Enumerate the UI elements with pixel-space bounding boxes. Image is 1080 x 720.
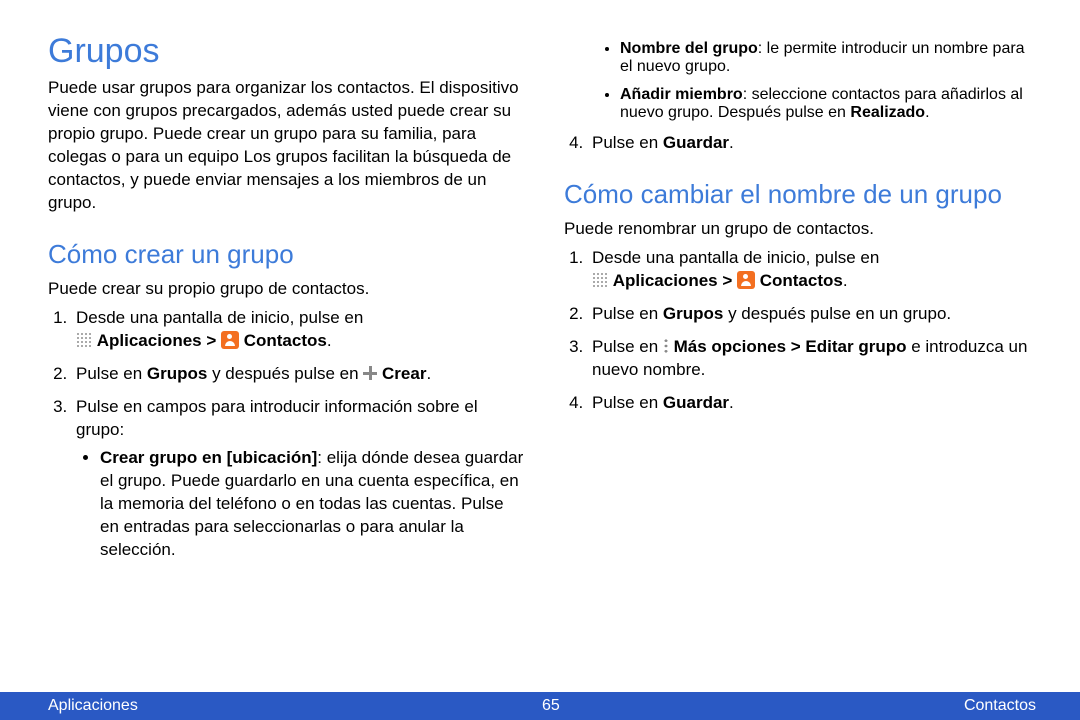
- separator: >: [202, 331, 221, 350]
- apps-label: Aplicaciones: [97, 331, 202, 350]
- apps-grid-icon: [76, 332, 92, 348]
- text: y después pulse en: [207, 364, 363, 383]
- rename-step-3: Pulse en Más opciones > Editar grupo e i…: [588, 336, 1040, 382]
- create-intro: Puede crear su propio grupo de contactos…: [48, 278, 524, 301]
- separator: >: [718, 271, 737, 290]
- text: Pulse en: [76, 364, 147, 383]
- text: Pulse en campos para introducir informac…: [76, 397, 478, 439]
- mas-opciones-label: Más opciones: [674, 337, 786, 356]
- create-step-4: Pulse en Guardar.: [588, 132, 1040, 155]
- more-options-icon: [663, 338, 669, 354]
- contacts-icon: [221, 331, 239, 349]
- create-sublist-cont: Nombre del grupo: le permite introducir …: [564, 40, 1040, 122]
- rename-steps: Desde una pantalla de inicio, pulse en A…: [564, 247, 1040, 415]
- right-column: Nombre del grupo: le permite introducir …: [564, 32, 1040, 682]
- heading-grupos: Grupos: [48, 32, 524, 71]
- period: .: [729, 133, 734, 152]
- create-sub-1: Crear grupo en [ubicación]: elija dónde …: [100, 447, 524, 562]
- create-step-3: Pulse en campos para introducir informac…: [72, 396, 524, 563]
- sub3-label: Añadir miembro: [620, 86, 743, 103]
- grupos-label: Grupos: [663, 304, 723, 323]
- period: .: [327, 331, 332, 350]
- footer-bar: Aplicaciones 65 Contactos: [0, 692, 1080, 720]
- intro-paragraph: Puede usar grupos para organizar los con…: [48, 77, 524, 215]
- apps-label: Aplicaciones: [613, 271, 718, 290]
- text: Desde una pantalla de inicio, pulse en: [76, 308, 363, 327]
- guardar-label: Guardar: [663, 393, 729, 412]
- sub1-label: Crear grupo en [ubicación]: [100, 448, 317, 467]
- rename-step-4: Pulse en Guardar.: [588, 392, 1040, 415]
- contacts-label: Contactos: [244, 331, 327, 350]
- period: .: [925, 104, 929, 121]
- apps-grid-icon: [592, 272, 608, 288]
- realizado-label: Realizado: [850, 104, 925, 121]
- page-number: 65: [542, 697, 560, 715]
- period: .: [843, 271, 848, 290]
- heading-create-group: Cómo crear un grupo: [48, 239, 524, 270]
- contacts-icon: [737, 271, 755, 289]
- contacts-label: Contactos: [760, 271, 843, 290]
- separator: >: [786, 337, 805, 356]
- period: .: [426, 364, 431, 383]
- rename-step-2: Pulse en Grupos y después pulse en un gr…: [588, 303, 1040, 326]
- guardar-label: Guardar: [663, 133, 729, 152]
- create-sub-2: Nombre del grupo: le permite introducir …: [620, 40, 1040, 76]
- crear-label: Crear: [382, 364, 426, 383]
- create-sublist: Crear grupo en [ubicación]: elija dónde …: [76, 447, 524, 562]
- text: Pulse en: [592, 133, 663, 152]
- period: .: [729, 393, 734, 412]
- footer-left: Aplicaciones: [48, 697, 138, 715]
- create-steps-cont: Pulse en Guardar.: [564, 132, 1040, 155]
- text: Pulse en: [592, 304, 663, 323]
- text: Pulse en: [592, 337, 663, 356]
- create-steps: Desde una pantalla de inicio, pulse en A…: [48, 307, 524, 562]
- rename-step-1: Desde una pantalla de inicio, pulse en A…: [588, 247, 1040, 293]
- sub2-label: Nombre del grupo: [620, 40, 758, 57]
- create-step-2: Pulse en Grupos y después pulse en Crear…: [72, 363, 524, 386]
- grupos-label: Grupos: [147, 364, 207, 383]
- content-area: Grupos Puede usar grupos para organizar …: [0, 0, 1080, 692]
- document-page: Grupos Puede usar grupos para organizar …: [0, 0, 1080, 720]
- create-step-1: Desde una pantalla de inicio, pulse en A…: [72, 307, 524, 353]
- create-sub-3: Añadir miembro: seleccione contactos par…: [620, 86, 1040, 122]
- text: y después pulse en un grupo.: [723, 304, 951, 323]
- editar-grupo-label: Editar grupo: [805, 337, 906, 356]
- text: Pulse en: [592, 393, 663, 412]
- footer-right: Contactos: [964, 697, 1036, 715]
- text: Desde una pantalla de inicio, pulse en: [592, 248, 879, 267]
- heading-rename-group: Cómo cambiar el nombre de un grupo: [564, 179, 1040, 210]
- left-column: Grupos Puede usar grupos para organizar …: [48, 32, 524, 682]
- rename-intro: Puede renombrar un grupo de contactos.: [564, 218, 1040, 241]
- plus-icon: [363, 366, 377, 380]
